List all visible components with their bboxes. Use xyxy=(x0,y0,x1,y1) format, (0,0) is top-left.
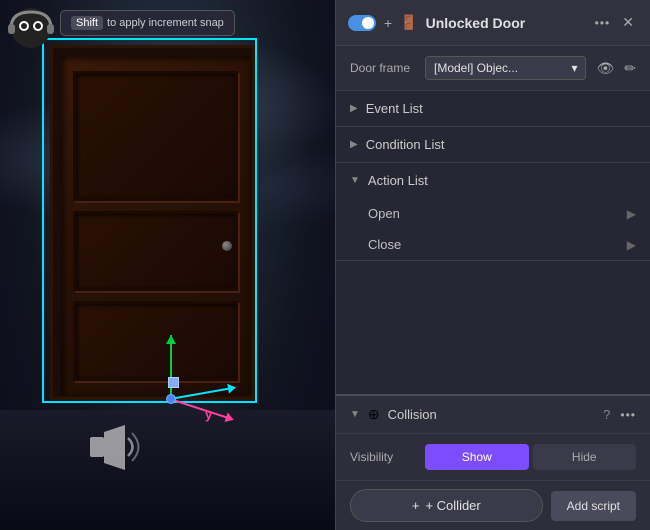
action-open-label: Open xyxy=(368,206,400,221)
hint-tooltip: Shift to apply increment snap xyxy=(60,10,235,36)
right-panel: + 🚪 Unlocked Door ••• ✕ Door frame [Mode… xyxy=(335,0,650,530)
door-frame-select[interactable]: [Model] Objec... ▾ xyxy=(425,56,586,80)
condition-list-header[interactable]: Condition List xyxy=(336,127,650,162)
event-list-label: Event List xyxy=(366,101,423,116)
lists-section: Event List Condition List Action List Op… xyxy=(336,91,650,394)
event-list-chevron xyxy=(350,103,358,114)
action-close-label: Close xyxy=(368,237,401,252)
gizmo-center xyxy=(166,394,176,404)
collision-section: ⊕ Collision ? ••• Visibility Show Hide +… xyxy=(336,394,650,530)
viewport: y Shift to apply increment snap xyxy=(0,0,335,530)
action-open-arrow: ▶ xyxy=(627,207,636,221)
collision-actions: ? ••• xyxy=(603,407,636,422)
condition-list-group: Condition List xyxy=(336,127,650,163)
visibility-row: Visibility Show Hide xyxy=(336,434,650,480)
help-icon[interactable]: ? xyxy=(603,407,610,422)
action-close[interactable]: Close ▶ xyxy=(336,229,650,260)
action-open[interactable]: Open ▶ xyxy=(336,198,650,229)
event-list-header[interactable]: Event List xyxy=(336,91,650,126)
add-script-button[interactable]: Add script xyxy=(551,491,636,521)
show-button[interactable]: Show xyxy=(425,444,529,470)
hint-key: Shift xyxy=(71,16,103,30)
action-list-chevron xyxy=(350,175,360,186)
visibility-buttons: Show Hide xyxy=(425,444,636,470)
dropdown-arrow: ▾ xyxy=(571,61,577,75)
y-axis xyxy=(170,335,172,400)
collision-more-button[interactable]: ••• xyxy=(620,408,636,422)
collider-plus: + xyxy=(412,498,420,513)
edit-icon[interactable]: ✏ xyxy=(624,60,636,77)
enable-toggle[interactable] xyxy=(348,15,376,31)
x-axis-arrow xyxy=(227,382,237,393)
action-list-group: Action List Open ▶ Close ▶ xyxy=(336,163,650,261)
action-list-header[interactable]: Action List xyxy=(336,163,650,198)
ground xyxy=(0,410,335,530)
door-icon: 🚪 xyxy=(400,14,417,31)
add-component-button[interactable]: + xyxy=(384,15,392,31)
visibility-label: Visibility xyxy=(350,450,415,464)
close-button[interactable]: ✕ xyxy=(618,12,638,33)
hint-text: to apply increment snap xyxy=(107,17,224,29)
condition-list-label: Condition List xyxy=(366,137,445,152)
collision-chevron xyxy=(350,409,360,420)
y-axis-arrow xyxy=(166,335,176,344)
panel-header: + 🚪 Unlocked Door ••• ✕ xyxy=(336,0,650,46)
transform-cube xyxy=(168,377,179,388)
x-axis xyxy=(170,388,229,400)
collider-label: + Collider xyxy=(425,498,480,513)
z-axis xyxy=(170,398,228,418)
collision-header: ⊕ Collision ? ••• xyxy=(336,396,650,434)
add-collider-button[interactable]: + + Collider xyxy=(350,489,543,522)
hide-button[interactable]: Hide xyxy=(533,444,637,470)
visibility-toggle-icon[interactable]: 👁 xyxy=(596,60,614,77)
mascot-icon xyxy=(5,2,57,59)
door-frame-value: [Model] Objec... xyxy=(434,61,518,75)
speaker-icon xyxy=(75,420,140,480)
action-list-label: Action List xyxy=(368,173,428,188)
transform-gizmo xyxy=(135,320,235,420)
door-frame-row: Door frame [Model] Objec... ▾ 👁 ✏ xyxy=(336,46,650,91)
event-list-group: Event List xyxy=(336,91,650,127)
collider-row: + + Collider Add script xyxy=(336,480,650,530)
condition-list-chevron xyxy=(350,139,358,150)
action-close-arrow: ▶ xyxy=(627,238,636,252)
more-options-button[interactable]: ••• xyxy=(595,16,611,30)
panel-title: Unlocked Door xyxy=(426,15,587,31)
collision-icon: ⊕ xyxy=(368,406,380,423)
collision-title: Collision xyxy=(388,407,596,422)
door-frame-label: Door frame xyxy=(350,61,415,75)
